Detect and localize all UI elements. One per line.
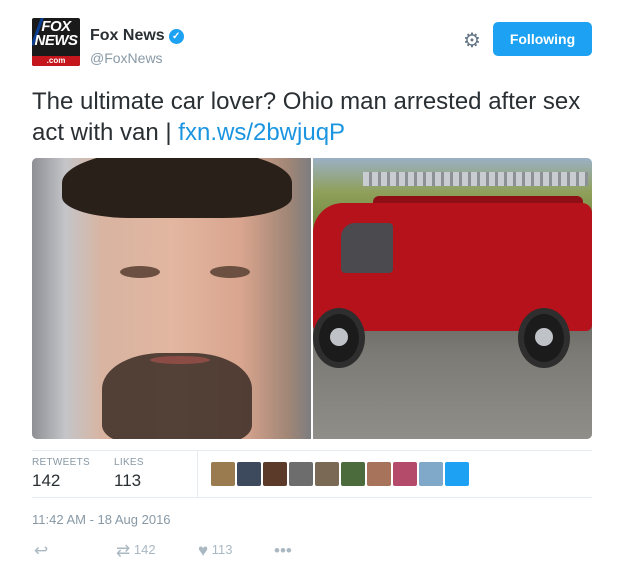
likes-label: LIKES [114,457,144,468]
tweet-text: The ultimate car lover? Ohio man arreste… [32,86,597,148]
stats-divider [197,451,198,497]
photo-wheel-shape [313,308,365,368]
photo-beard-shape [102,353,252,439]
liker-avatar[interactable] [444,461,470,487]
van-photo[interactable] [313,158,592,439]
liker-avatar[interactable] [288,461,314,487]
tweet-timestamp[interactable]: 11:42 AM - 18 Aug 2016 [32,512,171,527]
retweet-action-count: 142 [133,542,156,557]
liker-avatar[interactable] [210,461,236,487]
more-button[interactable]: ••• [274,541,292,561]
author-avatar[interactable]: FOX NEWS .com [32,18,80,66]
photo-mouth-shape [150,356,210,364]
liker-avatar[interactable] [392,461,418,487]
verified-badge-icon: ✓ [168,29,184,44]
gear-icon[interactable]: ⚙ [462,31,482,51]
mugshot-photo[interactable] [32,158,311,439]
avatar-logo-sub: .com [32,56,80,66]
liker-avatar[interactable] [366,461,392,487]
liker-avatar[interactable] [262,461,288,487]
liker-avatar[interactable] [236,461,262,487]
like-button[interactable]: ♥ 113 [198,541,232,561]
retweets-count: 142 [32,471,61,490]
author-name[interactable]: Fox News [90,27,165,44]
likes-stat[interactable]: LIKES 113 [114,457,144,491]
photo-wheel-shape [518,308,570,368]
liker-avatar[interactable] [418,461,444,487]
reply-button[interactable]: ↩ [34,541,48,561]
more-icon: ••• [274,541,292,560]
retweet-icon: ⇄ [116,541,131,560]
liker-avatar[interactable] [340,461,366,487]
retweets-stat[interactable]: RETWEETS 142 [32,457,90,491]
retweets-label: RETWEETS [32,457,90,468]
photo-hair-shape [62,158,292,218]
tweet-stats: RETWEETS 142 LIKES 113 [32,450,592,498]
tweet-card: FOX NEWS .com Fox News ✓ @FoxNews ⚙ Follo… [0,0,626,586]
retweet-button[interactable]: ⇄ 142 [116,541,156,561]
photo-eye-shape [210,266,250,278]
author-handle[interactable]: @FoxNews [90,50,163,66]
photo-eye-shape [120,266,160,278]
photo-ladder-shape [363,172,588,186]
following-button[interactable]: Following [493,22,592,56]
tweet-media[interactable] [32,158,592,439]
reply-icon: ↩ [34,541,49,560]
like-action-count: 113 [211,542,233,557]
author-name-row[interactable]: Fox News ✓ [90,27,184,45]
photo-van-window-shape [341,223,393,273]
likes-count: 113 [114,471,142,490]
heart-icon: ♥ [198,541,209,560]
avatar-logo-text: FOX NEWS [34,18,79,49]
liker-avatar[interactable] [314,461,340,487]
photo-hub-shape [535,328,553,346]
photo-hub-shape [330,328,348,346]
tweet-link[interactable]: fxn.ws/2bwjuqP [178,119,345,146]
